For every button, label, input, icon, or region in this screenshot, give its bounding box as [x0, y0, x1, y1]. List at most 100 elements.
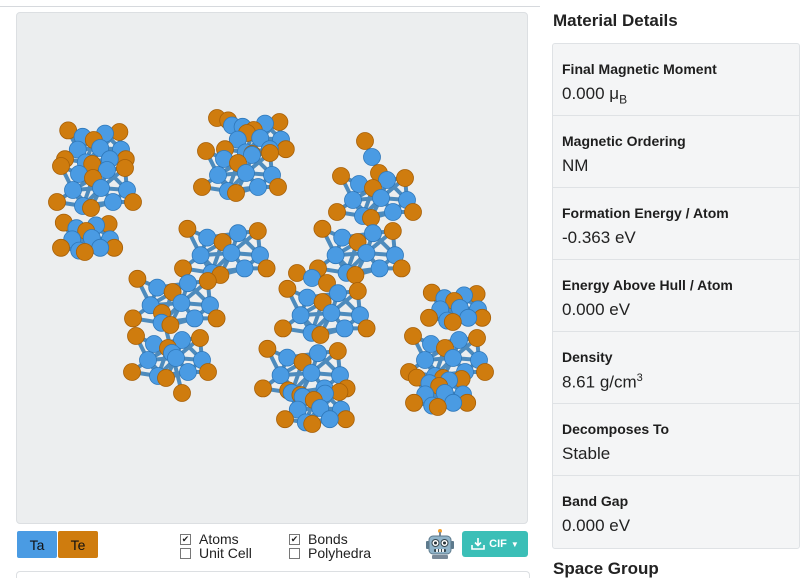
property-value: 8.61 g/cm3	[562, 372, 643, 392]
atom-te	[248, 222, 267, 240]
atom-te	[476, 363, 494, 381]
atom-te	[346, 266, 365, 284]
property-unit-superscript: 3	[636, 372, 643, 384]
polyhedra-checkbox[interactable]	[289, 547, 300, 559]
atom-ta	[372, 189, 390, 207]
atom-ta	[198, 228, 217, 247]
atom-ta	[235, 259, 254, 278]
crystal-structure-canvas[interactable]	[17, 13, 527, 523]
atom-te	[123, 363, 141, 381]
property-value: Stable	[562, 444, 611, 463]
atoms-checkbox[interactable]: ✔	[180, 533, 191, 545]
atom-ta	[309, 344, 327, 363]
atom-ta	[416, 351, 434, 369]
atom-ta	[172, 294, 191, 312]
atom-te	[127, 327, 145, 345]
property-label: Formation Energy / Atom	[562, 205, 729, 221]
property-final-magnetic-moment: Final Magnetic Moment 0.000 μB	[553, 44, 799, 116]
property-density: Density 8.61 g/cm3	[553, 332, 799, 404]
atom-te	[178, 219, 197, 238]
atom-ta	[104, 193, 122, 211]
property-unit-subscript: B	[619, 92, 628, 107]
atom-ta	[185, 309, 204, 328]
atom-ta	[91, 238, 110, 257]
atom-te	[405, 393, 423, 412]
atom-te	[257, 259, 276, 278]
atom-te	[193, 178, 211, 196]
property-value: 0.000 eV	[562, 300, 631, 319]
property-unit: μ	[609, 84, 620, 103]
polyhedra-label: Polyhedra	[308, 545, 372, 561]
atom-te	[362, 209, 380, 227]
atom-ta	[302, 364, 321, 382]
property-label: Decomposes To	[562, 421, 670, 437]
unit-cell-checkbox[interactable]	[180, 547, 191, 559]
robot-icon[interactable]	[424, 528, 456, 560]
atom-ta	[92, 179, 110, 197]
unit-cell-toggle[interactable]: Unit Cell	[180, 545, 252, 561]
property-label: Final Magnetic Moment	[562, 61, 717, 77]
structure-viewer[interactable]	[16, 12, 528, 524]
atom-ta	[64, 181, 82, 199]
atom-te	[174, 259, 192, 278]
atom-te	[75, 243, 94, 261]
atom-ta	[209, 166, 227, 184]
atom-te	[258, 339, 277, 358]
atom-te	[443, 313, 462, 331]
atom-te	[428, 398, 447, 416]
atom-ta	[322, 304, 341, 322]
atom-ta	[329, 284, 347, 303]
atom-ta	[326, 246, 345, 265]
legend-te-button[interactable]: Te	[58, 531, 98, 558]
atom-ta	[298, 288, 317, 307]
atom-te	[303, 415, 322, 433]
property-label: Band Gap	[562, 493, 629, 509]
atom-te	[313, 219, 332, 238]
download-cif-button[interactable]: CIF ▼	[462, 531, 528, 557]
polyhedra-toggle[interactable]: Polyhedra	[289, 545, 371, 561]
atom-te	[254, 379, 272, 398]
space-group-title: Space Group	[553, 559, 659, 578]
atom-te	[157, 369, 175, 387]
atom-ta	[271, 366, 290, 385]
atom-te	[116, 159, 134, 177]
download-format-label: CIF	[489, 538, 507, 550]
property-unit: eV	[609, 516, 631, 535]
atom-ta	[179, 274, 197, 293]
atom-ta	[191, 246, 210, 265]
atom-te	[124, 309, 142, 328]
atom-te	[392, 259, 411, 278]
atom-te	[276, 410, 294, 429]
atom-te	[82, 199, 100, 217]
bonds-checkbox[interactable]: ✔	[289, 533, 300, 545]
atom-ta	[229, 224, 247, 243]
property-energy-above-hull: Energy Above Hull / Atom 0.000 eV	[553, 260, 799, 332]
material-details-title: Material Details	[553, 11, 678, 30]
atom-te	[173, 384, 191, 402]
atom-te	[328, 342, 347, 360]
atom-ta	[148, 278, 167, 297]
top-divider	[0, 0, 540, 7]
atom-te	[311, 326, 330, 344]
atom-te	[404, 203, 422, 221]
atom-te	[396, 169, 414, 187]
atom-ta	[357, 244, 376, 262]
atom-ta	[179, 363, 197, 381]
atom-ta	[291, 306, 310, 325]
atom-te	[124, 193, 142, 211]
atom-ta	[370, 259, 389, 278]
atom-te	[348, 282, 367, 300]
legend-ta-button[interactable]: Ta	[17, 531, 57, 558]
download-icon	[471, 538, 485, 550]
atom-te	[48, 193, 66, 211]
atom-te	[383, 222, 402, 240]
atom-ta	[459, 308, 478, 327]
unit-cell-label: Unit Cell	[199, 545, 252, 561]
atom-ta	[444, 349, 462, 367]
property-label: Density	[562, 349, 613, 365]
atom-te	[197, 142, 215, 160]
atom-te	[276, 140, 295, 159]
atom-ta	[278, 348, 297, 367]
atom-te	[198, 272, 217, 290]
atom-ta	[364, 224, 382, 243]
